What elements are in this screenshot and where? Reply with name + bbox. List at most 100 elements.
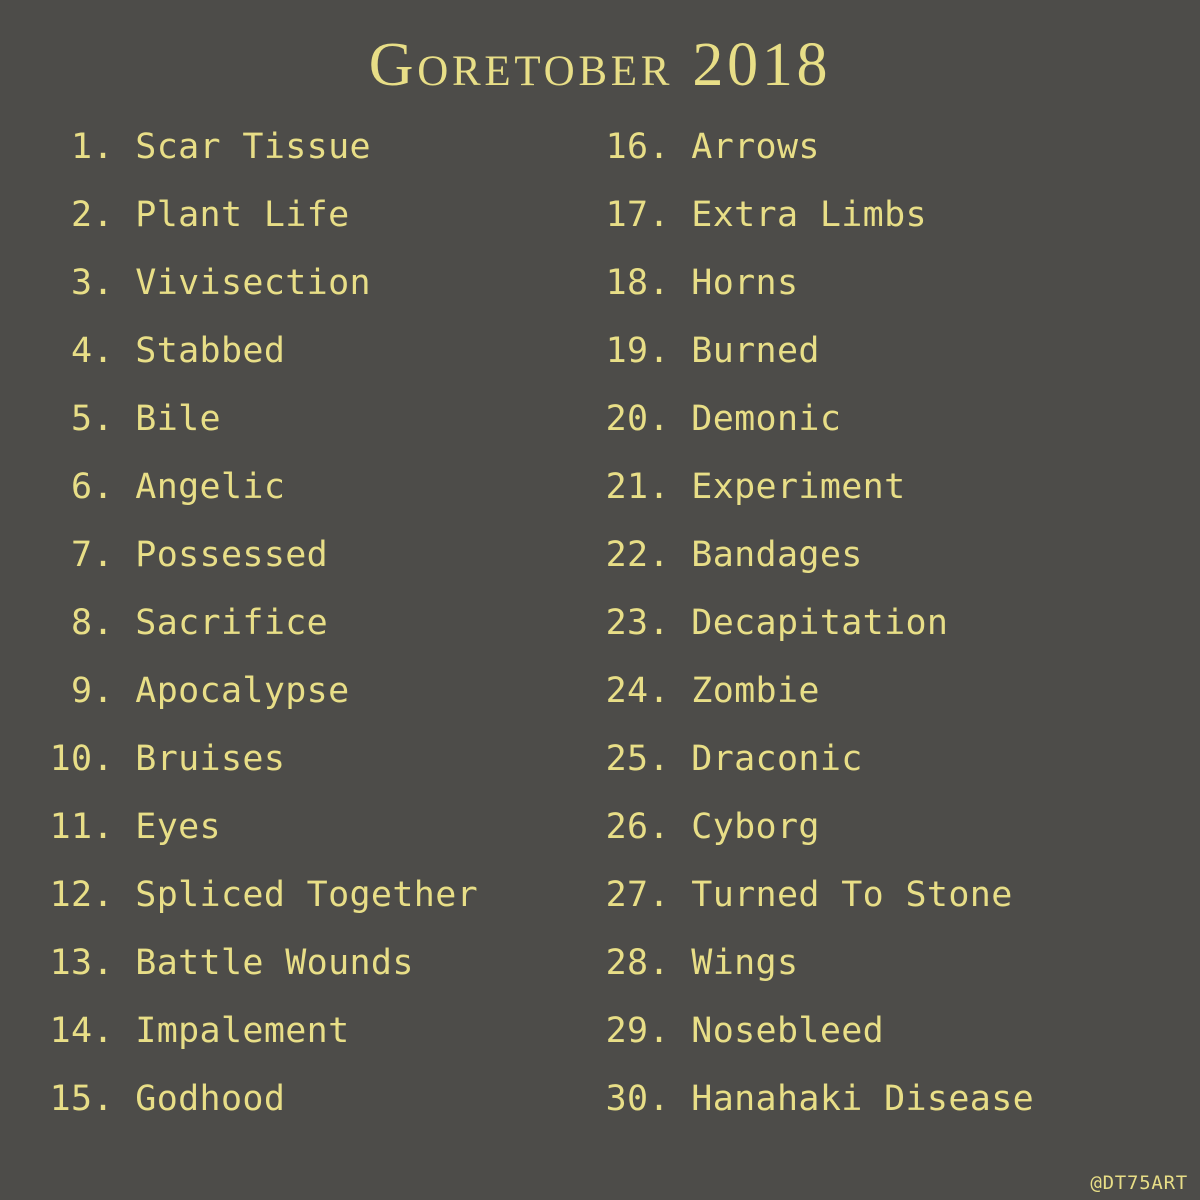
list-item: 12. Spliced Together: [44, 861, 600, 929]
list-item: 8. Sacrifice: [44, 589, 600, 657]
item-separator: .: [92, 127, 135, 167]
item-separator: .: [92, 739, 135, 779]
item-separator: .: [92, 195, 135, 235]
item-separator: .: [648, 1079, 691, 1119]
item-number: 22: [600, 538, 648, 573]
item-label: Cyborg: [691, 807, 820, 847]
list-item: 3. Vivisection: [44, 249, 600, 317]
item-separator: .: [92, 807, 135, 847]
item-label: Wings: [691, 943, 798, 983]
item-number: 3: [44, 266, 92, 301]
list-item: 17. Extra Limbs: [600, 181, 1156, 249]
item-number: 11: [44, 810, 92, 845]
list-item: 20. Demonic: [600, 385, 1156, 453]
item-number: 25: [600, 742, 648, 777]
prompt-columns: 1. Scar Tissue2. Plant Life3. Vivisectio…: [0, 113, 1200, 1133]
item-separator: .: [92, 1011, 135, 1051]
list-item: 24. Zombie: [600, 657, 1156, 725]
item-separator: .: [648, 875, 691, 915]
item-separator: .: [648, 467, 691, 507]
item-label: Hanahaki Disease: [691, 1079, 1034, 1119]
item-number: 27: [600, 878, 648, 913]
item-separator: .: [92, 535, 135, 575]
item-label: Battle Wounds: [135, 943, 413, 983]
list-item: 7. Possessed: [44, 521, 600, 589]
item-separator: .: [92, 1079, 135, 1119]
list-item: 13. Battle Wounds: [44, 929, 600, 997]
list-item: 27. Turned To Stone: [600, 861, 1156, 929]
prompt-column-right: 16. Arrows17. Extra Limbs18. Horns19. Bu…: [600, 113, 1156, 1133]
list-item: 4. Stabbed: [44, 317, 600, 385]
item-separator: .: [92, 399, 135, 439]
item-number: 12: [44, 878, 92, 913]
list-item: 22. Bandages: [600, 521, 1156, 589]
item-separator: .: [648, 331, 691, 371]
item-label: Decapitation: [691, 603, 948, 643]
item-number: 4: [44, 334, 92, 369]
list-item: 1. Scar Tissue: [44, 113, 600, 181]
item-label: Zombie: [691, 671, 820, 711]
prompt-column-left: 1. Scar Tissue2. Plant Life3. Vivisectio…: [44, 113, 600, 1133]
item-number: 21: [600, 470, 648, 505]
item-label: Apocalypse: [135, 671, 349, 711]
item-number: 19: [600, 334, 648, 369]
item-label: Draconic: [691, 739, 862, 779]
item-label: Scar Tissue: [135, 127, 371, 167]
item-number: 13: [44, 946, 92, 981]
item-label: Horns: [691, 263, 798, 303]
list-item: 10. Bruises: [44, 725, 600, 793]
list-item: 14. Impalement: [44, 997, 600, 1065]
item-number: 18: [600, 266, 648, 301]
item-label: Vivisection: [135, 263, 371, 303]
list-item: 9. Apocalypse: [44, 657, 600, 725]
item-separator: .: [92, 263, 135, 303]
item-label: Nosebleed: [691, 1011, 884, 1051]
item-number: 10: [44, 742, 92, 777]
item-number: 5: [44, 402, 92, 437]
item-number: 29: [600, 1014, 648, 1049]
item-label: Godhood: [135, 1079, 285, 1119]
list-item: 29. Nosebleed: [600, 997, 1156, 1065]
list-item: 25. Draconic: [600, 725, 1156, 793]
item-label: Eyes: [135, 807, 221, 847]
item-label: Angelic: [135, 467, 285, 507]
item-separator: .: [648, 671, 691, 711]
item-label: Arrows: [691, 127, 820, 167]
item-label: Sacrifice: [135, 603, 328, 643]
item-separator: .: [648, 263, 691, 303]
item-number: 9: [44, 674, 92, 709]
item-separator: .: [92, 331, 135, 371]
item-number: 1: [44, 130, 92, 165]
list-item: 28. Wings: [600, 929, 1156, 997]
item-separator: .: [648, 603, 691, 643]
item-label: Bruises: [135, 739, 285, 779]
item-number: 8: [44, 606, 92, 641]
list-item: 21. Experiment: [600, 453, 1156, 521]
list-item: 5. Bile: [44, 385, 600, 453]
list-item: 26. Cyborg: [600, 793, 1156, 861]
list-item: 15. Godhood: [44, 1065, 600, 1133]
item-number: 26: [600, 810, 648, 845]
item-separator: .: [92, 603, 135, 643]
item-label: Turned To Stone: [691, 875, 1012, 915]
list-item: 19. Burned: [600, 317, 1156, 385]
item-separator: .: [648, 399, 691, 439]
item-number: 30: [600, 1082, 648, 1117]
item-number: 20: [600, 402, 648, 437]
item-label: Bile: [135, 399, 221, 439]
page-title: Goretober 2018: [0, 0, 1200, 113]
item-number: 17: [600, 198, 648, 233]
item-number: 7: [44, 538, 92, 573]
item-label: Experiment: [691, 467, 905, 507]
item-label: Extra Limbs: [691, 195, 927, 235]
item-number: 6: [44, 470, 92, 505]
item-label: Bandages: [691, 535, 862, 575]
item-label: Demonic: [691, 399, 841, 439]
list-item: 2. Plant Life: [44, 181, 600, 249]
item-label: Impalement: [135, 1011, 349, 1051]
item-separator: .: [648, 195, 691, 235]
item-label: Burned: [691, 331, 820, 371]
item-separator: .: [648, 127, 691, 167]
item-number: 14: [44, 1014, 92, 1049]
item-separator: .: [92, 467, 135, 507]
